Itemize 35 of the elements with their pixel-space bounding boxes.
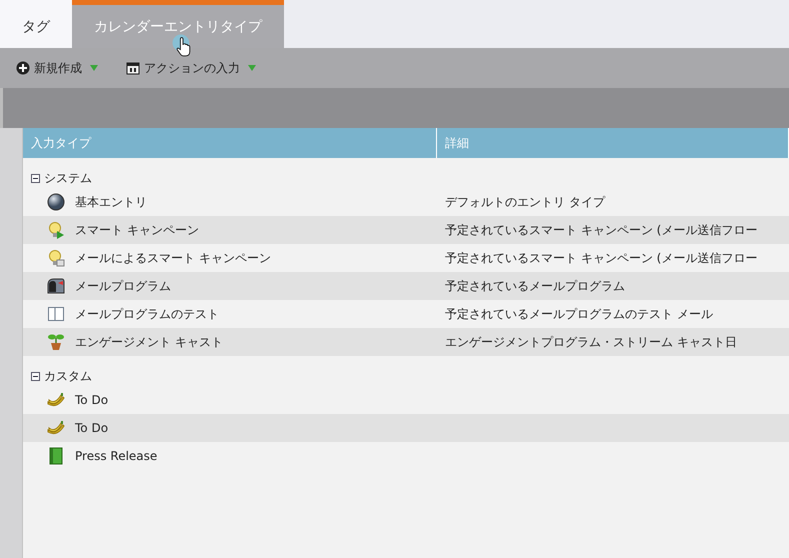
collapse-icon[interactable] — [31, 372, 40, 380]
entry-description: 予定されているスマート キャンペーン (メール送信フロー — [444, 222, 758, 238]
entry-type-name[interactable]: メールプログラムのテスト — [75, 306, 219, 322]
group-label: システム — [44, 170, 92, 186]
entry-description: 予定されているスマート キャンペーン (メール送信フロー — [444, 250, 758, 266]
tab[interactable]: タグ — [0, 0, 72, 48]
entry-description: 予定されているメールプログラムのテスト メール — [444, 306, 714, 322]
entry-type-name[interactable]: メールプログラム — [75, 278, 171, 294]
entry-type-name[interactable]: エンゲージメント キャスト — [75, 334, 223, 350]
caret-icon — [90, 64, 98, 72]
mailbox-icon — [47, 277, 65, 295]
split-panel-icon — [47, 305, 65, 323]
caret-icon — [248, 64, 256, 72]
plus-circle-icon — [16, 61, 30, 75]
entry-type-name[interactable]: Press Release — [75, 449, 158, 463]
entry-type-name[interactable]: メールによるスマート キャンペーン — [75, 250, 271, 266]
lightbulb-play-icon — [47, 221, 65, 239]
toolbar-button[interactable]: アクションの入力 — [126, 60, 256, 76]
toolbar-button[interactable]: 新規作成 — [16, 60, 98, 76]
banana-icon — [47, 419, 65, 437]
entry-description: 予定されているメールプログラム — [444, 278, 626, 294]
calendar-icon — [126, 61, 140, 75]
entry-type-name[interactable]: To Do — [75, 393, 108, 407]
sphere-icon — [47, 193, 65, 211]
collapse-icon[interactable] — [31, 174, 40, 182]
group-label: カスタム — [44, 368, 92, 384]
entry-type-name[interactable]: 基本エントリ — [75, 194, 147, 210]
entry-type-name[interactable]: To Do — [75, 421, 108, 435]
book-icon — [47, 447, 65, 465]
entry-type-name[interactable]: スマート キャンペーン — [75, 222, 199, 238]
banana-icon — [47, 391, 65, 409]
potted-plant-icon — [47, 333, 65, 351]
lightbulb-envelope-icon — [47, 249, 65, 267]
entry-description: エンゲージメントプログラム・ストリーム キャスト日 — [444, 334, 738, 350]
entry-description: デフォルトのエントリ タイプ — [444, 194, 606, 210]
